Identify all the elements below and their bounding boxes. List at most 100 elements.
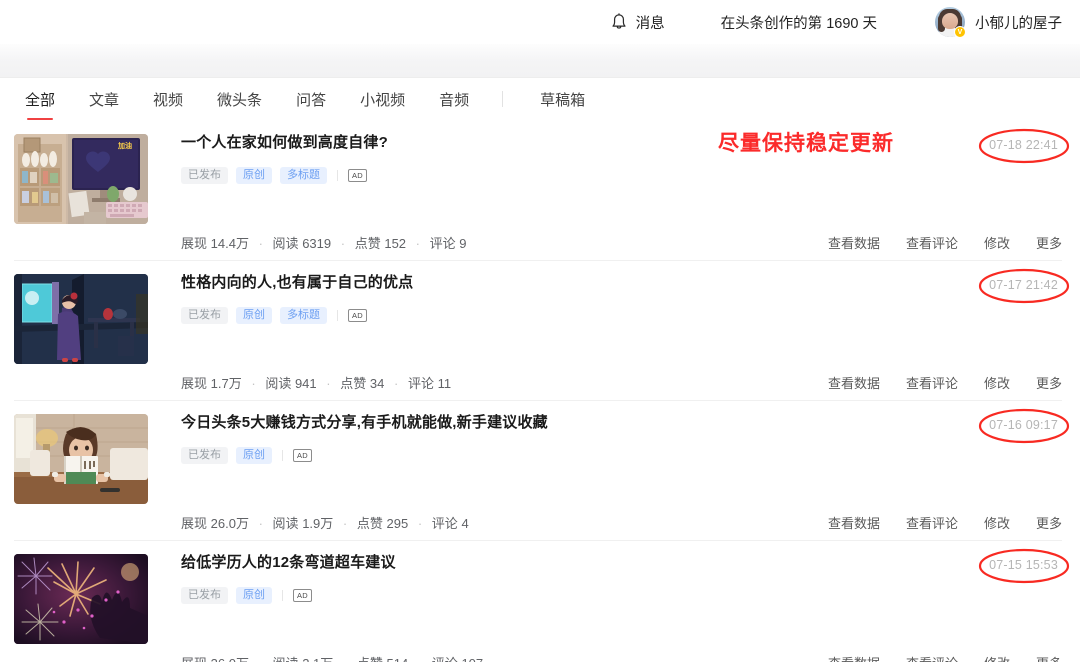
stat-separator: · xyxy=(340,236,346,251)
ad-icon: AD xyxy=(293,588,313,603)
tab-audio[interactable]: 音频 xyxy=(422,78,486,120)
stat-read-label: 阅读 xyxy=(272,236,299,251)
content-row[interactable]: 加油 一个人在家如何做到高度自律? 已发布 原创 多标题 AD 展现 14.4万… xyxy=(0,120,1080,260)
row-actions: 查看数据 查看评论 修改 更多 xyxy=(828,513,1062,532)
tab-short-video[interactable]: 小视频 xyxy=(343,78,422,120)
stat-like-label: 点赞 xyxy=(357,656,383,662)
view-data-button[interactable]: 查看数据 xyxy=(828,373,880,392)
status-badge: 已发布 xyxy=(181,167,228,184)
stat-like-label: 点赞 xyxy=(340,376,367,391)
row-actions: 查看数据 查看评论 修改 更多 xyxy=(828,653,1062,662)
view-comments-button[interactable]: 查看评论 xyxy=(906,373,958,392)
stat-comment-value: 9 xyxy=(459,236,467,251)
header-right-group: 消息 在头条创作的第 1690 天 V 小郁儿的屋子 xyxy=(610,7,1062,38)
status-badge: 已发布 xyxy=(181,307,228,324)
badge-separator xyxy=(282,450,283,461)
content-title[interactable]: 一个人在家如何做到高度自律? xyxy=(181,132,1062,153)
view-comments-button[interactable]: 查看评论 xyxy=(906,513,958,532)
stat-impression-value: 26.0万 xyxy=(210,516,249,531)
content-title[interactable]: 给低学历人的12条弯道超车建议 xyxy=(181,552,1062,573)
publish-timestamp: 07-15 15:53 xyxy=(989,558,1058,572)
edit-button[interactable]: 修改 xyxy=(984,373,1010,392)
content-stats: 展现 26.0万 · 阅读 1.9万 · 点赞 295 · 评论 4 xyxy=(181,513,469,532)
content-stats: 展现 36.0万 · 阅读 2.1万 · 点赞 514 · 评论 107 xyxy=(181,653,483,662)
row-actions: 查看数据 查看评论 修改 更多 xyxy=(828,233,1062,252)
status-badge: 已发布 xyxy=(181,447,228,464)
status-badge: 已发布 xyxy=(181,587,228,604)
view-comments-button[interactable]: 查看评论 xyxy=(906,653,958,662)
stat-like-value: 295 xyxy=(386,516,409,531)
stat-like-label: 点赞 xyxy=(356,516,383,531)
publish-timestamp: 07-16 09:17 xyxy=(989,418,1058,432)
stat-comment-value: 4 xyxy=(461,516,469,531)
tab-article[interactable]: 文章 xyxy=(72,78,136,120)
view-comments-button[interactable]: 查看评论 xyxy=(906,233,958,252)
stat-separator: · xyxy=(417,516,423,531)
thumbnail-anime-night-room[interactable] xyxy=(14,274,148,364)
stat-impression-label: 展现 xyxy=(181,376,208,391)
multi-title-badge: 多标题 xyxy=(280,167,327,184)
stat-read-label: 阅读 xyxy=(273,656,299,662)
user-name: 小郁儿的屋子 xyxy=(975,15,1062,32)
stat-like-value: 514 xyxy=(387,656,409,662)
edit-button[interactable]: 修改 xyxy=(984,513,1010,532)
creation-days-text: 在头条创作的第 1690 天 xyxy=(720,15,877,32)
stat-separator: · xyxy=(393,376,399,391)
content-stats: 展现 1.7万 · 阅读 941 · 点赞 34 · 评论 11 xyxy=(181,373,451,392)
user-account-button[interactable]: V 小郁儿的屋子 xyxy=(935,7,1062,38)
edit-button[interactable]: 修改 xyxy=(984,233,1010,252)
content-row-main: 给低学历人的12条弯道超车建议 已发布 原创 AD 展现 36.0万 · 阅读 … xyxy=(148,552,1062,662)
ad-icon: AD xyxy=(348,168,368,183)
stat-read-value: 1.9万 xyxy=(302,516,334,531)
more-button[interactable]: 更多 xyxy=(1036,513,1062,532)
stat-comment-value: 107 xyxy=(461,656,483,662)
stat-comment-value: 11 xyxy=(437,376,452,391)
messages-label: 消息 xyxy=(635,15,665,32)
more-button[interactable]: 更多 xyxy=(1036,653,1062,662)
bell-icon xyxy=(610,12,628,32)
tab-all[interactable]: 全部 xyxy=(8,78,72,120)
content-title[interactable]: 今日头条5大赚钱方式分享,有手机就能做,新手建议收藏 xyxy=(181,412,1062,433)
view-data-button[interactable]: 查看数据 xyxy=(828,653,880,662)
view-data-button[interactable]: 查看数据 xyxy=(828,233,880,252)
tab-video[interactable]: 视频 xyxy=(136,78,200,120)
thumbnail-desk-workspace[interactable]: 加油 xyxy=(14,134,148,224)
more-button[interactable]: 更多 xyxy=(1036,373,1062,392)
tab-separator xyxy=(502,91,504,107)
stat-comment-label: 评论 xyxy=(431,516,458,531)
badge-separator xyxy=(337,170,338,181)
edit-button[interactable]: 修改 xyxy=(984,653,1010,662)
stat-like-value: 152 xyxy=(384,236,407,251)
verified-badge-icon: V xyxy=(954,26,966,38)
stat-read-value: 6319 xyxy=(302,236,332,251)
tab-drafts[interactable]: 草稿箱 xyxy=(523,78,602,120)
ad-icon: AD xyxy=(293,448,313,463)
content-title[interactable]: 性格内向的人,也有属于自己的优点 xyxy=(181,272,1062,293)
stat-separator: · xyxy=(418,656,422,662)
content-row[interactable]: 给低学历人的12条弯道超车建议 已发布 原创 AD 展现 36.0万 · 阅读 … xyxy=(0,540,1080,662)
stat-impression-label: 展现 xyxy=(181,656,207,662)
messages-button[interactable]: 消息 xyxy=(610,12,665,33)
row-actions: 查看数据 查看评论 修改 更多 xyxy=(828,373,1062,392)
view-data-button[interactable]: 查看数据 xyxy=(828,513,880,532)
tab-micro-toutiao[interactable]: 微头条 xyxy=(200,78,279,120)
thumbnail-fireworks-hand[interactable] xyxy=(14,554,148,644)
thumbnail-girl-reading-book[interactable] xyxy=(14,414,148,504)
badge-group: 已发布 原创 AD xyxy=(181,447,1062,464)
svg-text:加油: 加油 xyxy=(117,141,132,150)
original-badge: 原创 xyxy=(236,307,272,324)
more-button[interactable]: 更多 xyxy=(1036,233,1062,252)
original-badge: 原创 xyxy=(236,587,272,604)
stat-impression-label: 展现 xyxy=(181,516,208,531)
tab-qa[interactable]: 问答 xyxy=(279,78,343,120)
stat-separator: · xyxy=(258,236,263,251)
multi-title-badge: 多标题 xyxy=(280,307,327,324)
content-row[interactable]: 性格内向的人,也有属于自己的优点 已发布 原创 多标题 AD 展现 1.7万 ·… xyxy=(0,260,1080,400)
original-badge: 原创 xyxy=(236,447,272,464)
avatar[interactable]: V xyxy=(935,7,966,38)
stat-comment-label: 评论 xyxy=(429,236,456,251)
stat-impression-value: 1.7万 xyxy=(210,376,242,391)
stat-read-value: 2.1万 xyxy=(302,656,333,662)
content-row[interactable]: 今日头条5大赚钱方式分享,有手机就能做,新手建议收藏 已发布 原创 AD 展现 … xyxy=(0,400,1080,540)
stat-impression-value: 14.4万 xyxy=(210,236,249,251)
